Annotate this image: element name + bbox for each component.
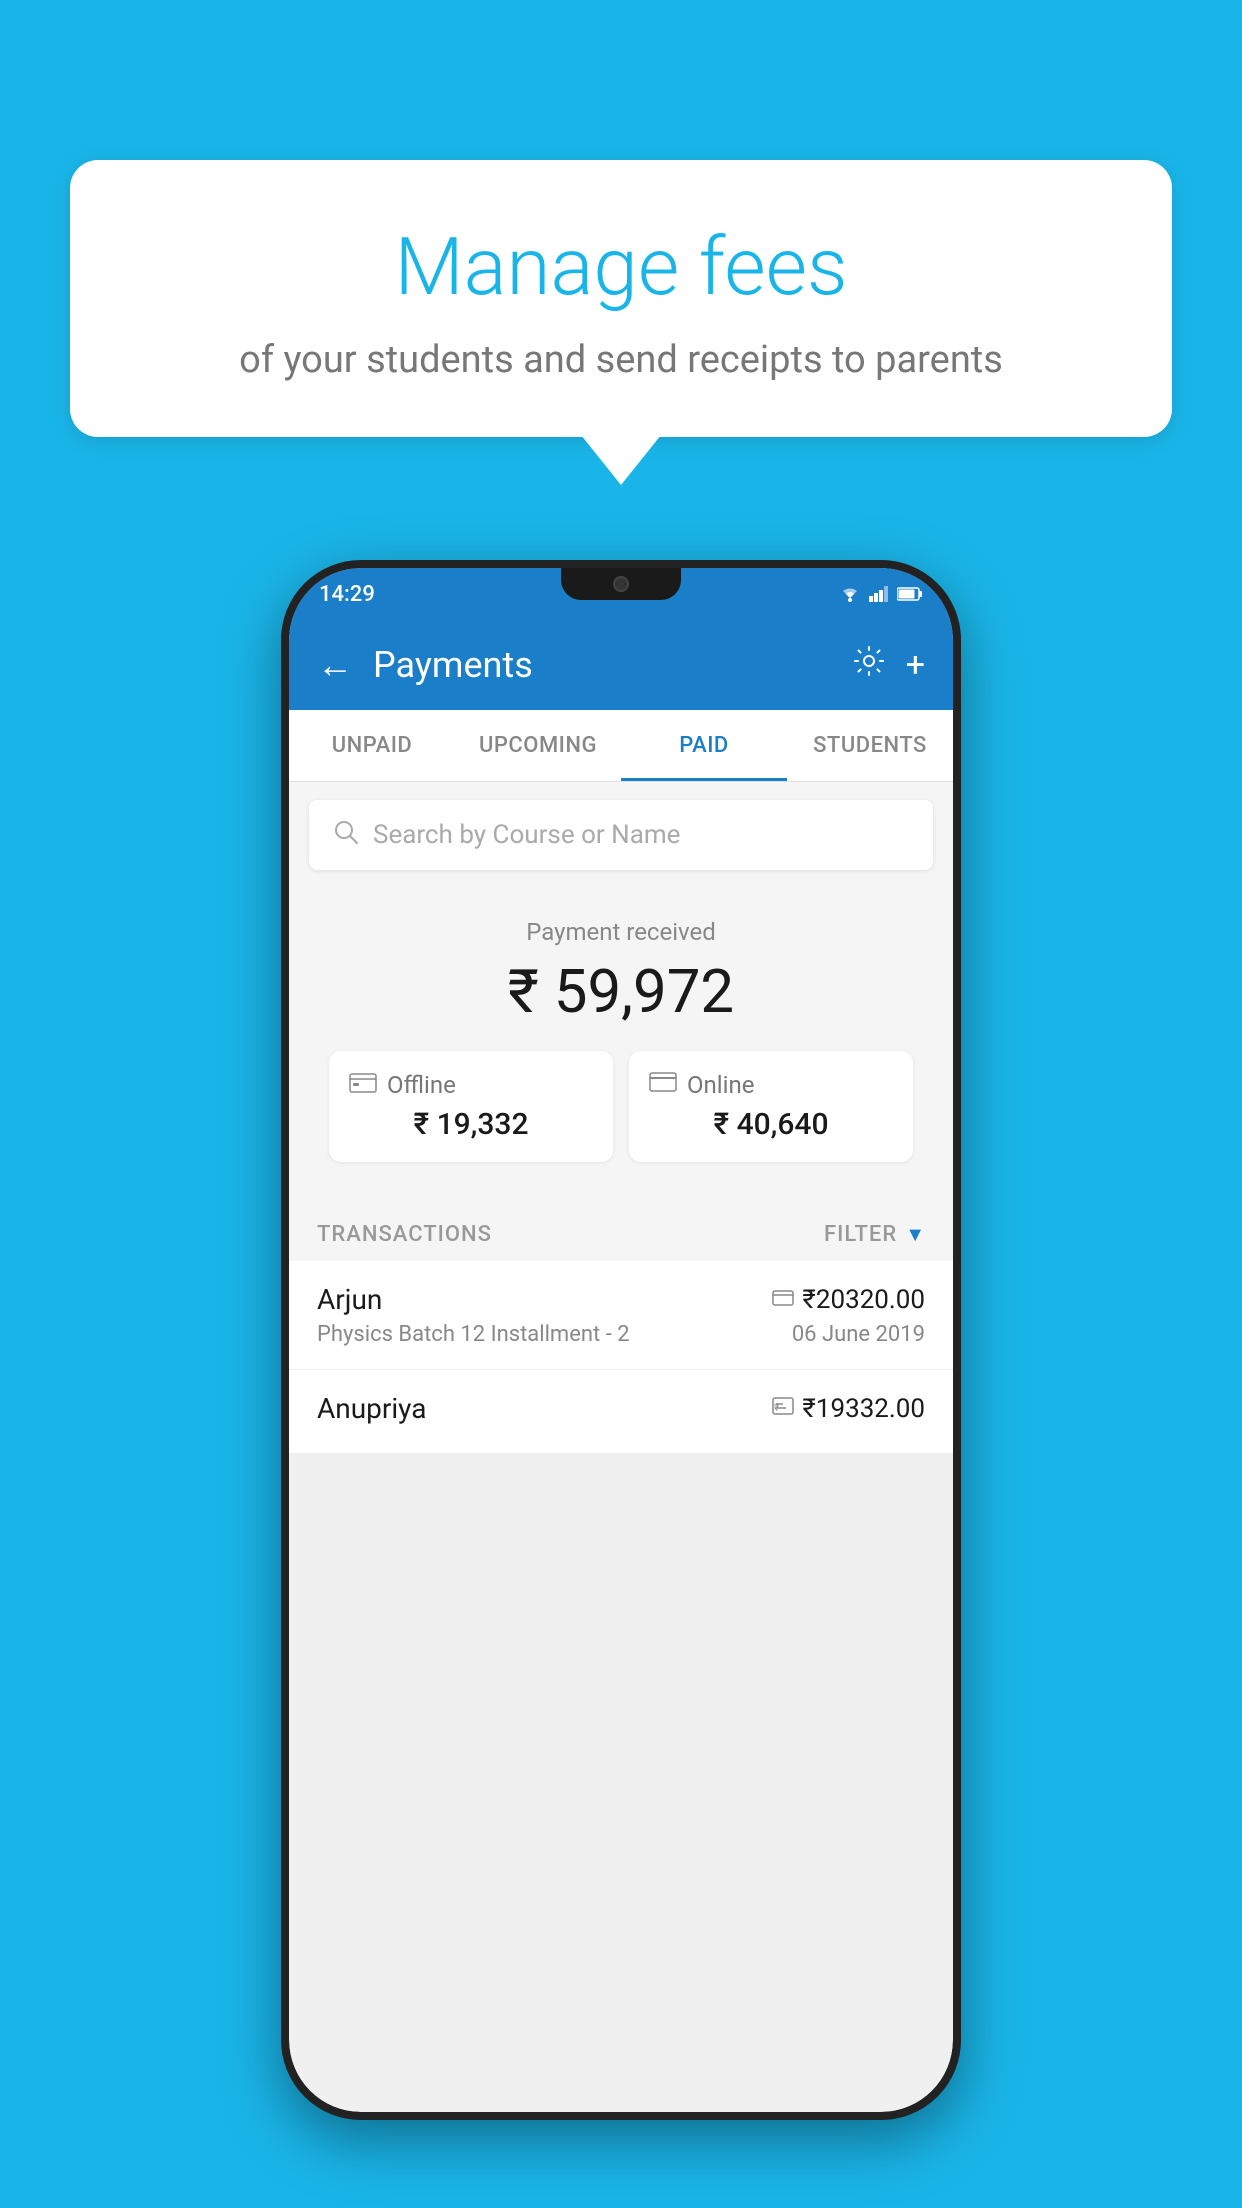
- page-title: Payments: [373, 644, 832, 686]
- transaction-name: Arjun: [317, 1283, 382, 1316]
- online-card-header: Online: [649, 1071, 893, 1099]
- transaction-row-top: Anupriya ₹ ₹19332.00: [317, 1392, 925, 1425]
- settings-button[interactable]: [852, 644, 886, 687]
- speech-bubble: Manage fees of your students and send re…: [70, 160, 1172, 437]
- transaction-amount-row: ₹20320.00: [772, 1285, 925, 1315]
- offline-payment-card: Offline ₹ 19,332: [329, 1051, 613, 1162]
- transaction-row-bottom: Physics Batch 12 Installment - 2 06 June…: [317, 1322, 925, 1347]
- online-payment-card: Online ₹ 40,640: [629, 1051, 913, 1162]
- offline-icon: [349, 1071, 377, 1099]
- search-input[interactable]: Search by Course or Name: [373, 820, 680, 850]
- volume-up-button: [281, 768, 283, 848]
- online-amount: ₹ 40,640: [649, 1107, 893, 1142]
- power-button: [959, 818, 961, 938]
- offline-label: Offline: [387, 1071, 456, 1099]
- online-icon: [649, 1072, 677, 1098]
- transaction-amount: ₹19332.00: [802, 1394, 925, 1424]
- signal-icon: [869, 586, 889, 602]
- bubble-subtitle: of your students and send receipts to pa…: [120, 334, 1122, 387]
- svg-text:₹: ₹: [774, 1403, 779, 1414]
- transactions-label: TRANSACTIONS: [317, 1222, 492, 1247]
- tab-paid[interactable]: PAID: [621, 710, 787, 781]
- search-icon: [333, 819, 359, 852]
- transaction-row[interactable]: Anupriya ₹ ₹19332.00: [289, 1370, 953, 1454]
- online-label: Online: [687, 1071, 754, 1099]
- add-button[interactable]: +: [906, 645, 925, 685]
- back-button[interactable]: ←: [317, 644, 353, 686]
- payment-cards-row: Offline ₹ 19,332 Online: [309, 1051, 933, 1182]
- tab-upcoming[interactable]: UPCOMING: [455, 710, 621, 781]
- transaction-list: Arjun ₹20320.00 Physics: [289, 1261, 953, 1454]
- payment-received-label: Payment received: [309, 918, 933, 946]
- offline-amount: ₹ 19,332: [349, 1107, 593, 1142]
- filter-container[interactable]: FILTER ▼: [824, 1222, 925, 1247]
- transaction-date: 06 June 2019: [792, 1322, 925, 1347]
- transaction-row[interactable]: Arjun ₹20320.00 Physics: [289, 1261, 953, 1370]
- tab-unpaid[interactable]: UNPAID: [289, 710, 455, 781]
- phone-body: 14:29: [281, 560, 961, 2120]
- transaction-amount: ₹20320.00: [802, 1285, 925, 1315]
- front-camera: [613, 576, 629, 592]
- bubble-title: Manage fees: [120, 220, 1122, 314]
- tab-students[interactable]: STUDENTS: [787, 710, 953, 781]
- status-time: 14:29: [319, 582, 375, 607]
- phone-screen: 14:29: [289, 568, 953, 2112]
- wifi-icon: [839, 586, 861, 602]
- transactions-header: TRANSACTIONS FILTER ▼: [289, 1202, 953, 1261]
- transaction-type-icon: [772, 1287, 794, 1312]
- payment-received-amount: ₹ 59,972: [309, 956, 933, 1027]
- transaction-amount-row: ₹ ₹19332.00: [772, 1394, 925, 1424]
- payment-received-section: Payment received ₹ 59,972: [289, 888, 953, 1202]
- search-bar[interactable]: Search by Course or Name: [309, 800, 933, 870]
- phone-wrapper: 14:29: [281, 560, 961, 2120]
- tab-bar: UNPAID UPCOMING PAID STUDENTS: [289, 710, 953, 782]
- search-container: Search by Course or Name: [289, 782, 953, 888]
- transaction-row-top: Arjun ₹20320.00: [317, 1283, 925, 1316]
- volume-down-button: [281, 868, 283, 948]
- battery-icon: [897, 587, 923, 601]
- transaction-name: Anupriya: [317, 1392, 426, 1425]
- filter-label: FILTER: [824, 1222, 897, 1247]
- transaction-desc: Physics Batch 12 Installment - 2: [317, 1322, 630, 1347]
- offline-card-header: Offline: [349, 1071, 593, 1099]
- transaction-type-icon: ₹: [772, 1396, 794, 1421]
- app-header: ← Payments +: [289, 620, 953, 710]
- phone-notch: [561, 568, 681, 600]
- status-icons: [839, 586, 923, 602]
- filter-icon: ▼: [905, 1222, 925, 1247]
